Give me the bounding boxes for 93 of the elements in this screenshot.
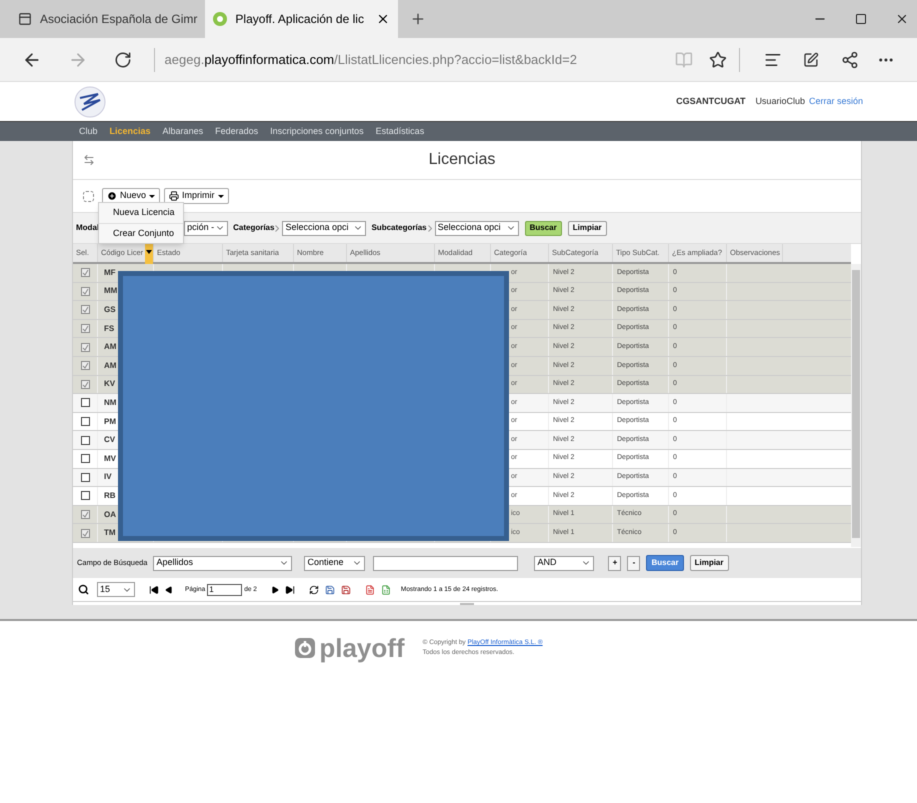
filter-label: Subcategorías <box>371 222 427 234</box>
category-select[interactable]: Selecciona opci <box>282 220 366 236</box>
last-page-icon[interactable] <box>284 584 295 594</box>
page-title: Licencias <box>428 151 496 168</box>
playoff-logo-icon <box>294 637 316 659</box>
table-cell: AM <box>104 360 116 372</box>
table-cell: MF <box>104 266 116 279</box>
tab-title: Playoff. Aplicación de lic <box>235 11 365 28</box>
next-page-icon[interactable] <box>270 586 279 594</box>
browser-tab[interactable]: Playoff. Aplicación de lic <box>205 0 398 38</box>
row-checkbox[interactable] <box>80 510 90 520</box>
table-cell: AM <box>104 341 116 354</box>
save-icon[interactable] <box>340 584 351 594</box>
federation-logo <box>72 86 108 118</box>
user-name: UsuarioClub <box>755 94 805 108</box>
refresh-icon[interactable] <box>308 584 319 594</box>
modality-select[interactable]: pción - <box>184 220 228 236</box>
row-checkbox[interactable] <box>80 491 90 500</box>
table-cell: GS <box>104 304 116 316</box>
caret-icon <box>149 194 156 198</box>
page-icon <box>18 12 32 26</box>
row-checkbox[interactable] <box>80 528 90 538</box>
table-cell: OA <box>104 508 116 521</box>
row-checkbox[interactable] <box>80 436 90 445</box>
close-icon[interactable] <box>895 12 909 26</box>
table-cell: PM <box>104 416 116 428</box>
search-icon[interactable] <box>78 584 89 595</box>
previous-page-icon[interactable] <box>165 586 173 594</box>
table-cell: NM <box>104 396 116 409</box>
filter-label: Categorías <box>233 222 274 234</box>
chevron-right-icon <box>428 224 432 232</box>
table-cell: KV <box>104 378 116 390</box>
club-name: CGSANTCUGAT <box>676 94 746 108</box>
row-checkbox[interactable] <box>80 324 90 334</box>
note-icon[interactable] <box>803 52 820 68</box>
first-page-icon[interactable] <box>149 584 159 594</box>
field-select[interactable]: Apellidos <box>153 556 292 570</box>
share-icon[interactable] <box>841 50 860 68</box>
pdf-icon[interactable] <box>364 584 375 594</box>
table-cell: FS <box>104 322 114 335</box>
logic-select[interactable]: AND <box>534 556 594 570</box>
operator-select[interactable]: Contiene <box>304 556 366 570</box>
sort-icon[interactable] <box>145 244 153 264</box>
maximize-icon[interactable] <box>855 13 867 25</box>
table-cell: MV <box>104 452 116 465</box>
clear-button[interactable]: Limpiar <box>568 220 607 236</box>
menu-item[interactable]: Crear Conjunto <box>99 223 183 243</box>
table-cell: MM <box>104 285 118 298</box>
refresh-icon[interactable] <box>114 50 132 68</box>
row-checkbox[interactable] <box>80 268 90 278</box>
subcategory-select[interactable]: Selecciona opci <box>434 220 519 236</box>
playoff-logo-text: playoff <box>319 635 405 661</box>
row-checkbox[interactable] <box>80 472 90 482</box>
page-field[interactable]: 1 <box>207 584 242 596</box>
scrollbar[interactable] <box>851 264 861 547</box>
tab-title: Asociación Española de Gimr <box>40 11 198 28</box>
table-cell: CV <box>104 434 116 446</box>
table-cell: TM <box>104 527 116 540</box>
spreadsheet-icon[interactable] <box>380 584 391 594</box>
row-checkbox[interactable] <box>80 454 90 464</box>
nav-link[interactable]: Estadísticas <box>376 124 424 138</box>
remove-button[interactable]: - <box>627 556 640 570</box>
chevron-right-icon <box>275 224 280 232</box>
row-checkbox[interactable] <box>80 342 90 352</box>
nav-link[interactable]: Inscripciones conjuntos <box>270 124 364 138</box>
row-checkbox[interactable] <box>80 286 90 296</box>
nav-link[interactable]: Federados <box>215 124 258 138</box>
filter-label: Modal <box>76 222 100 234</box>
row-checkbox[interactable] <box>80 361 90 370</box>
row-checkbox[interactable] <box>80 305 90 314</box>
printer-icon <box>169 191 180 201</box>
search-field[interactable] <box>373 556 518 570</box>
clear-button[interactable]: Limpiar <box>690 555 728 571</box>
add-button[interactable]: + <box>608 556 622 570</box>
playoff-icon <box>213 12 228 26</box>
row-checkbox[interactable] <box>80 417 90 426</box>
menu-item[interactable]: Nueva Licencia <box>99 203 183 223</box>
page-size-select[interactable]: 15 <box>97 582 135 597</box>
nav-link[interactable]: Albaranes <box>162 124 204 138</box>
save-icon[interactable] <box>324 584 335 594</box>
table-cell: IV <box>104 471 112 484</box>
search-button[interactable]: Buscar <box>646 555 684 571</box>
nav-link[interactable]: Licencias <box>110 124 151 138</box>
row-checkbox[interactable] <box>80 398 90 408</box>
logout-link[interactable]: Cerrar sesión <box>808 94 863 108</box>
row-checkbox[interactable] <box>80 380 90 389</box>
table-cell: RB <box>104 490 116 502</box>
caret-icon <box>218 194 224 198</box>
nav-link[interactable]: Club <box>79 124 98 138</box>
toggle-icon[interactable] <box>83 154 95 166</box>
select-all-checkbox[interactable] <box>83 190 94 202</box>
star-icon[interactable] <box>708 50 727 68</box>
search-button[interactable]: Buscar <box>524 220 562 236</box>
